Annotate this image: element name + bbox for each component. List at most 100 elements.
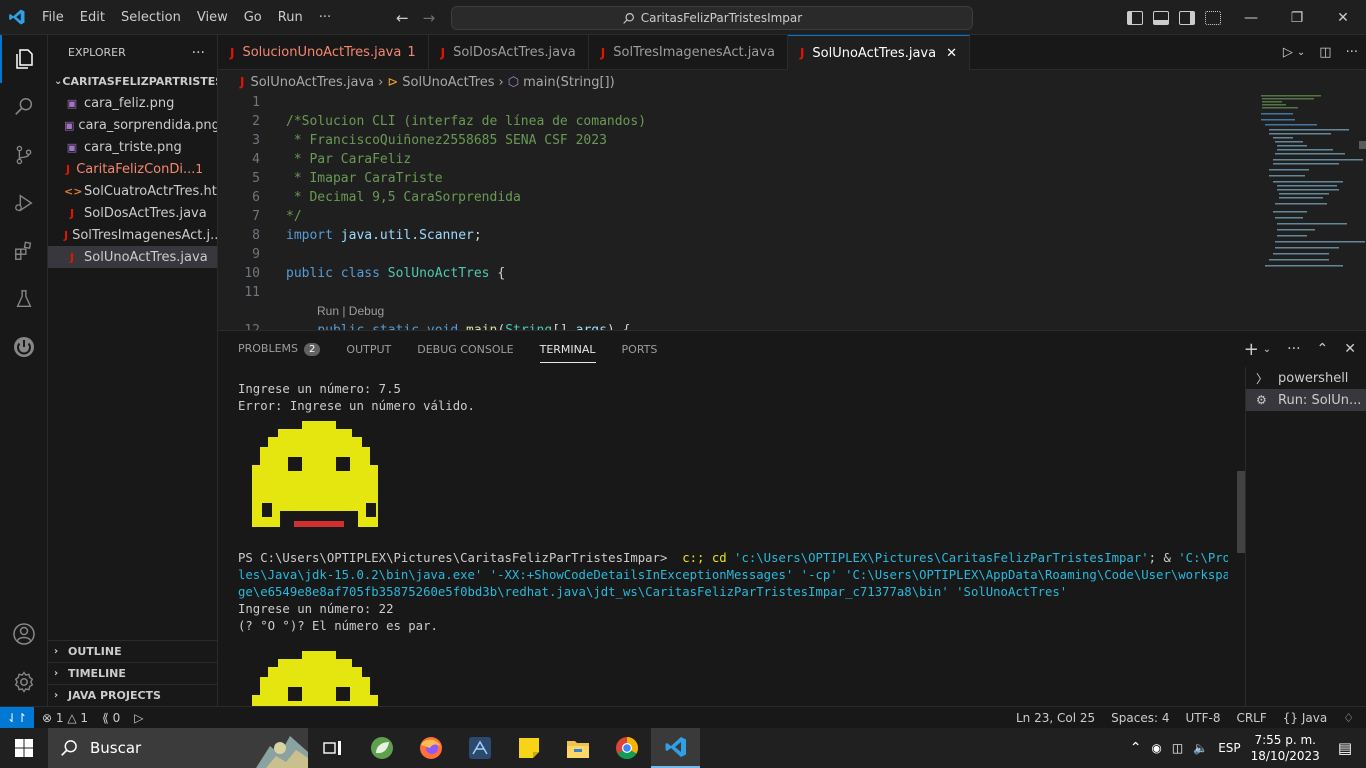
tab-soltresimagenesact[interactable]: J SolTresImagenesAct.java [589, 35, 788, 70]
editor-more-icon[interactable]: ··· [1346, 45, 1358, 60]
meet-now-icon[interactable]: ◉ [1151, 741, 1161, 755]
minimize-icon[interactable]: — [1228, 0, 1274, 35]
maximize-panel-chevron-up-icon[interactable]: ⌃ [1317, 341, 1329, 357]
windows-start-icon[interactable] [0, 728, 48, 768]
menu-more[interactable]: ··· [311, 0, 339, 35]
menu-selection[interactable]: Selection [113, 0, 189, 35]
tray-overflow-chevron-icon[interactable]: ⌃ [1130, 740, 1142, 756]
menu-go[interactable]: Go [236, 0, 270, 35]
file-item[interactable]: J SolDosActTres.java [48, 202, 217, 224]
timeline-section[interactable]: › TIMELINE [48, 662, 218, 684]
outline-section[interactable]: › OUTLINE [48, 640, 218, 662]
more-actions-icon[interactable]: ··· [192, 45, 205, 61]
command-center-search[interactable]: CaritasFelizParTristesImpar [451, 6, 973, 30]
vscode-taskbar-icon[interactable] [651, 728, 700, 768]
menu-view[interactable]: View [189, 0, 236, 35]
terminal-list-item-run[interactable]: ⚙ Run: SolUn... [1246, 389, 1366, 411]
network-icon[interactable]: ◫ [1172, 741, 1183, 755]
java-projects-section[interactable]: › JAVA PROJECTS [48, 684, 218, 706]
tab-solucionunoacttres[interactable]: J SolucionUnoActTres.java 1 [218, 35, 429, 70]
source-control-icon[interactable] [0, 131, 48, 179]
file-item[interactable]: J SolTresImagenesAct.j... [48, 224, 217, 246]
ports-status[interactable]: ⟪ 0 [102, 711, 120, 725]
taskbar-search[interactable]: Buscar [48, 728, 308, 768]
menu-run[interactable]: Run [270, 0, 311, 35]
file-item[interactable]: ▣ cara_feliz.png [48, 92, 217, 114]
toggle-panel-icon[interactable] [1153, 10, 1169, 25]
notification-center-icon[interactable]: ▤ [1338, 739, 1352, 757]
editor-tabs: J SolucionUnoActTres.java 1 J SolDosActT… [218, 35, 1366, 70]
forward-arrow-icon[interactable]: → [423, 9, 436, 27]
breadcrumb-class[interactable]: SolUnoActTres [402, 75, 494, 90]
firefox-icon[interactable] [406, 728, 455, 768]
close-window-icon[interactable]: ✕ [1320, 0, 1366, 35]
run-debug-codelens[interactable]: Run | Debug [218, 302, 1366, 321]
file-item[interactable]: <>SolCuatroActrTres.html [48, 180, 217, 202]
new-terminal-plus-icon[interactable]: + [1244, 339, 1259, 360]
settings-gear-icon[interactable] [0, 658, 48, 706]
close-panel-icon[interactable]: ✕ [1344, 341, 1356, 357]
spring-tool-icon[interactable] [357, 728, 406, 768]
tab-output[interactable]: OUTPUT [346, 343, 391, 356]
file-item[interactable]: J SolUnoActTres.java [48, 246, 217, 268]
task-view-icon[interactable] [308, 728, 357, 768]
terminal-dropdown-chevron-icon[interactable]: ⌄ [1263, 344, 1271, 355]
close-tab-icon[interactable]: ✕ [946, 46, 957, 61]
run-debug-icon[interactable] [0, 179, 48, 227]
volume-icon[interactable]: 🔈 [1193, 741, 1208, 755]
code-editor[interactable]: 1 2 /*Solucion CLI (interfaz de línea de … [218, 93, 1366, 330]
panel-more-icon[interactable]: ··· [1287, 341, 1300, 357]
network-tool-icon[interactable] [455, 728, 504, 768]
breadcrumb-file[interactable]: SolUnoActTres.java [250, 75, 374, 90]
chrome-icon[interactable] [602, 728, 651, 768]
menu-file[interactable]: File [34, 0, 72, 35]
tab-debug-console[interactable]: DEBUG CONSOLE [417, 343, 513, 356]
customize-layout-icon[interactable] [1205, 10, 1221, 25]
remote-explorer-icon[interactable] [0, 323, 48, 371]
menu-edit[interactable]: Edit [72, 0, 113, 35]
extensions-icon[interactable] [0, 227, 48, 275]
cursor-position[interactable]: Ln 23, Col 25 [1016, 711, 1095, 725]
accounts-icon[interactable] [0, 610, 48, 658]
testing-flask-icon[interactable] [0, 275, 48, 323]
remote-indicator-icon[interactable]: ⇃↾ [0, 706, 34, 729]
terminal-list-item-powershell[interactable]: 〉 powershell [1246, 367, 1366, 389]
line-ending[interactable]: CRLF [1236, 711, 1266, 725]
input-language[interactable]: ESP [1218, 741, 1240, 755]
file-error-count: 1 [195, 162, 203, 176]
debug-status-icon[interactable]: ▷ [134, 711, 143, 725]
tab-solunoacttres[interactable]: J SolUnoActTres.java ✕ [787, 35, 970, 70]
tab-ports[interactable]: PORTS [622, 343, 658, 356]
indentation[interactable]: Spaces: 4 [1111, 711, 1169, 725]
breadcrumb-method[interactable]: main(String[]) [523, 75, 615, 90]
restore-icon[interactable]: ❐ [1274, 0, 1320, 35]
search-view-icon[interactable] [0, 83, 48, 131]
terminal-output[interactable]: Ingrese un número: 7.5 Error: Ingrese un… [238, 381, 1228, 707]
java-file-icon: J [230, 45, 235, 60]
notifications-bell-icon[interactable]: ♢ [1343, 711, 1354, 725]
code-line: 3 * FranciscoQuiñonez2558685 SENA CSF 20… [218, 131, 1366, 150]
clock[interactable]: 7:55 p. m. 18/10/2023 [1251, 732, 1320, 764]
encoding[interactable]: UTF-8 [1185, 711, 1220, 725]
tab-terminal[interactable]: TERMINAL [539, 343, 596, 363]
file-explorer-icon[interactable] [553, 728, 602, 768]
explorer-icon[interactable] [0, 35, 48, 83]
file-item[interactable]: J CaritaFelizConDi... 1 [48, 158, 217, 180]
file-item[interactable]: ▣ cara_sorprendida.png [48, 114, 217, 136]
minimap[interactable] [1241, 93, 1366, 330]
split-editor-icon[interactable]: ◫ [1319, 45, 1331, 60]
language-mode[interactable]: {} Java [1283, 711, 1327, 725]
back-arrow-icon[interactable]: ← [396, 9, 409, 27]
sticky-notes-icon[interactable] [504, 728, 553, 768]
toggle-secondary-sidebar-icon[interactable] [1179, 10, 1195, 25]
tab-soldosacttres[interactable]: J SolDosActTres.java [429, 35, 589, 70]
bottom-panel: PROBLEMS 2 OUTPUT DEBUG CONSOLE TERMINAL … [218, 330, 1366, 707]
problems-status[interactable]: ⊗ 1 △ 1 [42, 711, 88, 725]
run-play-icon[interactable]: ▷ [1283, 45, 1293, 60]
file-item[interactable]: ▣ cara_triste.png [48, 136, 217, 158]
run-dropdown-chevron-icon[interactable]: ⌄ [1297, 47, 1305, 58]
folder-header[interactable]: ⌄ CARITASFELIZPARTRISTESI... [48, 70, 217, 92]
tab-problems[interactable]: PROBLEMS 2 [238, 342, 321, 356]
toggle-primary-sidebar-icon[interactable] [1127, 10, 1143, 25]
code-line: 9 [218, 245, 1366, 264]
